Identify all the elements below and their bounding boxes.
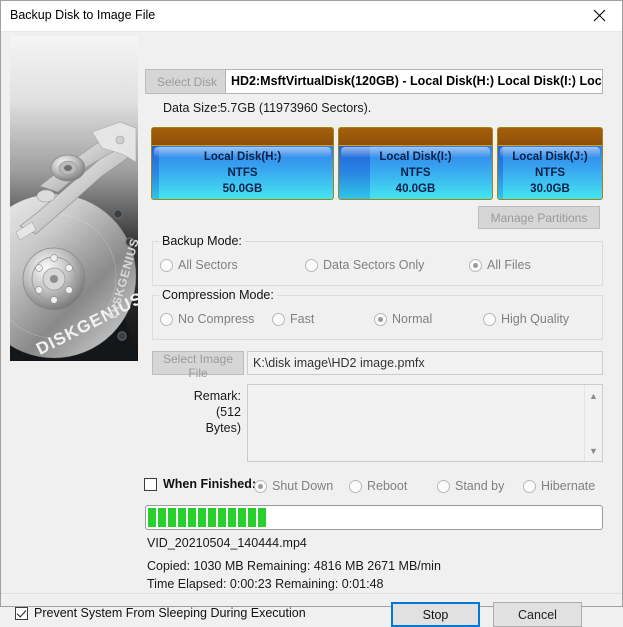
partition-header xyxy=(152,128,333,146)
image-file-path-field[interactable]: K:\disk image\HD2 image.pmfx xyxy=(247,351,603,375)
radio-label: Fast xyxy=(290,312,315,326)
radio-data-sectors-only[interactable]: Data Sectors Only xyxy=(305,258,424,272)
partition-block[interactable]: Local Disk(J:) NTFS 30.0GB xyxy=(497,127,603,200)
when-finished-checkbox[interactable] xyxy=(144,477,157,491)
selected-disk-field[interactable]: HD2:MsftVirtualDisk(120GB) - Local Disk(… xyxy=(225,69,603,94)
data-size-label: Data Size: xyxy=(163,101,221,115)
radio-label: Reboot xyxy=(367,479,408,493)
when-finished-label: When Finished: xyxy=(163,477,257,491)
partition-header xyxy=(498,128,602,146)
radio-icon xyxy=(483,312,496,326)
radio-label: Data Sectors Only xyxy=(323,258,425,272)
radio-icon xyxy=(160,258,173,272)
radio-icon xyxy=(374,312,387,326)
backup-mode-title: Backup Mode: xyxy=(159,234,245,248)
radio-label: Hibernate xyxy=(541,479,596,493)
partition-body: Local Disk(J:) NTFS 30.0GB xyxy=(498,146,602,199)
backup-dialog-window: Backup Disk to Image File DISKGENIUS DIS… xyxy=(0,0,623,627)
remark-textarea[interactable]: ▲ ▼ xyxy=(247,384,603,462)
remark-label: Remark: (512 Bytes) xyxy=(187,388,241,436)
data-size-value: 5.7GB (11973960 Sectors). xyxy=(220,101,372,115)
radio-stand-by[interactable]: Stand by xyxy=(437,479,504,493)
prevent-sleep-checkbox[interactable] xyxy=(15,606,28,620)
dialog-content: DISKGENIUS DISKGENIUS Select Disk HD2:Ms… xyxy=(1,32,622,627)
time-stats-line: Time Elapsed: 0:00:23 Remaining: 0:01:48 xyxy=(147,577,384,591)
hard-disk-illustration: DISKGENIUS DISKGENIUS xyxy=(10,36,138,361)
chevron-up-icon[interactable]: ▲ xyxy=(585,387,602,404)
radio-icon xyxy=(254,479,267,493)
radio-fast[interactable]: Fast xyxy=(272,312,314,326)
radio-all-sectors[interactable]: All Sectors xyxy=(160,258,238,272)
window-title: Backup Disk to Image File xyxy=(10,8,156,22)
select-image-file-button[interactable]: Select Image File xyxy=(152,351,244,380)
partition-size: 40.0GB xyxy=(395,183,436,195)
radio-icon xyxy=(437,479,450,493)
prevent-sleep-row[interactable]: Prevent System From Sleeping During Exec… xyxy=(15,606,306,620)
select-disk-button[interactable]: Select Disk xyxy=(145,69,229,94)
remark-scrollbar[interactable]: ▲ ▼ xyxy=(584,385,602,461)
manage-partitions-button[interactable]: Manage Partitions xyxy=(478,206,600,229)
remark-label-line2: (512 Bytes) xyxy=(205,405,241,435)
copy-stats-line: Copied: 1030 MB Remaining: 4816 MB 2671 … xyxy=(147,559,441,573)
radio-normal[interactable]: Normal xyxy=(374,312,432,326)
close-icon[interactable] xyxy=(577,1,622,30)
partition-fs: NTFS xyxy=(534,167,566,179)
prevent-sleep-label: Prevent System From Sleeping During Exec… xyxy=(34,606,306,620)
selected-disk-value: HD2:MsftVirtualDisk(120GB) - Local Disk(… xyxy=(231,74,603,88)
partition-body: Local Disk(H:) NTFS 50.0GB xyxy=(152,146,333,199)
radio-icon xyxy=(272,312,285,326)
cancel-button[interactable]: Cancel xyxy=(493,602,582,627)
radio-label: All Files xyxy=(487,258,531,272)
radio-reboot[interactable]: Reboot xyxy=(349,479,407,493)
radio-label: No Compress xyxy=(178,312,255,326)
radio-high-quality[interactable]: High Quality xyxy=(483,312,569,326)
radio-label: Shut Down xyxy=(272,479,334,493)
partition-body: Local Disk(I:) NTFS 40.0GB xyxy=(339,146,492,199)
image-file-path-value: K:\disk image\HD2 image.pmfx xyxy=(253,356,425,370)
radio-icon xyxy=(349,479,362,493)
progress-bar-fill xyxy=(148,508,266,527)
radio-label: All Sectors xyxy=(178,258,238,272)
partition-block[interactable]: Local Disk(H:) NTFS 50.0GB xyxy=(151,127,334,200)
partition-fs: NTFS xyxy=(400,167,431,179)
compression-mode-title: Compression Mode: xyxy=(159,288,277,302)
partition-fs: NTFS xyxy=(227,167,258,179)
chevron-down-icon[interactable]: ▼ xyxy=(585,442,602,459)
radio-shut-down[interactable]: Shut Down xyxy=(254,479,333,493)
radio-label: Normal xyxy=(392,312,433,326)
title-bar: Backup Disk to Image File xyxy=(1,1,622,32)
partition-name: Local Disk(I:) xyxy=(379,151,452,163)
when-finished-checkbox-row[interactable]: When Finished: xyxy=(144,477,256,491)
footer-divider xyxy=(1,593,622,594)
radio-icon xyxy=(469,258,482,272)
partition-block[interactable]: Local Disk(I:) NTFS 40.0GB xyxy=(338,127,493,200)
radio-label: Stand by xyxy=(455,479,505,493)
current-file-label: VID_20210504_140444.mp4 xyxy=(147,536,307,550)
progress-bar xyxy=(145,505,603,530)
partition-size: 50.0GB xyxy=(222,183,263,195)
stop-button[interactable]: Stop xyxy=(391,602,480,627)
partition-name: Local Disk(H:) xyxy=(203,151,282,163)
radio-all-files[interactable]: All Files xyxy=(469,258,531,272)
partition-name: Local Disk(J:) xyxy=(512,151,588,163)
radio-label: High Quality xyxy=(501,312,570,326)
partition-header xyxy=(339,128,492,146)
partition-map: Local Disk(H:) NTFS 50.0GB Local Disk(I:… xyxy=(151,127,603,200)
radio-icon xyxy=(523,479,536,493)
radio-icon xyxy=(305,258,318,272)
radio-icon xyxy=(160,312,173,326)
partition-size: 30.0GB xyxy=(530,183,570,195)
remark-label-line1: Remark: xyxy=(193,389,241,403)
radio-no-compress[interactable]: No Compress xyxy=(160,312,254,326)
radio-hibernate[interactable]: Hibernate xyxy=(523,479,595,493)
